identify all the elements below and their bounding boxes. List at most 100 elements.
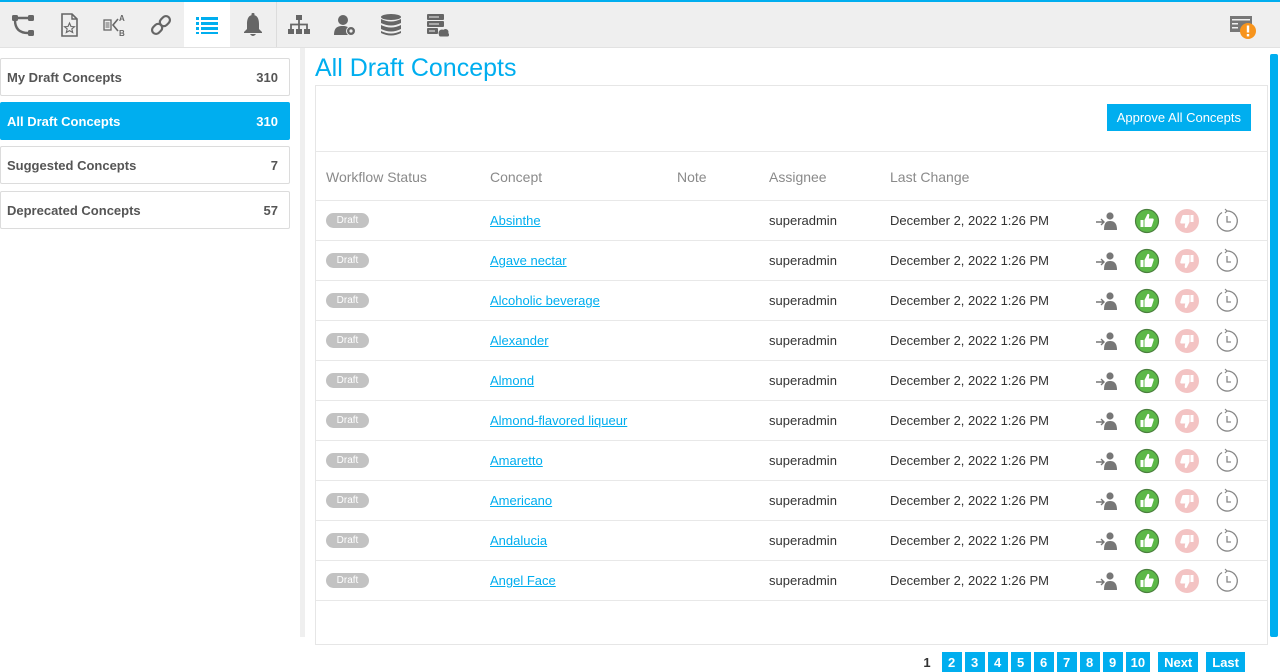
sidebar-item-my-draft-concepts[interactable]: My Draft Concepts 310 — [0, 58, 290, 96]
reject-thumbs-down-button[interactable] — [1174, 568, 1200, 594]
toolbar-button-hierarchy[interactable] — [276, 2, 322, 47]
concept-link[interactable]: Amaretto — [490, 453, 543, 468]
history-clock-button[interactable] — [1214, 528, 1240, 554]
history-clock-button[interactable] — [1214, 328, 1240, 354]
page-link-4[interactable]: 4 — [987, 652, 1008, 672]
sidebar-item-deprecated-concepts[interactable]: Deprecated Concepts 57 — [0, 191, 290, 229]
approve-thumbs-up-button[interactable] — [1134, 408, 1160, 434]
status-badge: Draft — [326, 333, 369, 348]
toolbar-divider — [276, 2, 277, 47]
sidebar-item-all-draft-concepts[interactable]: All Draft Concepts 310 — [0, 102, 290, 140]
approve-thumbs-up-button[interactable] — [1134, 328, 1160, 354]
page-link-2[interactable]: 2 — [941, 652, 962, 672]
column-header-concept[interactable]: Concept — [490, 169, 542, 185]
approve-thumbs-up-button[interactable] — [1134, 208, 1160, 234]
concept-link[interactable]: Alcoholic beverage — [490, 293, 600, 308]
toolbar-button-database[interactable] — [368, 2, 414, 47]
favorite-document-icon — [56, 12, 82, 38]
history-clock-button[interactable] — [1214, 248, 1240, 274]
next-page-button[interactable]: Next — [1158, 652, 1199, 672]
concept-link[interactable]: Andalucia — [490, 533, 547, 548]
reject-thumbs-down-button[interactable] — [1174, 288, 1200, 314]
page-link-9[interactable]: 9 — [1102, 652, 1123, 672]
toolbar-button-workflow[interactable] — [0, 2, 46, 47]
assignee-cell: superadmin — [769, 493, 837, 508]
column-header-last-change[interactable]: Last Change — [890, 169, 969, 185]
concept-link[interactable]: Almond-flavored liqueur — [490, 413, 627, 428]
assign-user-button[interactable] — [1094, 208, 1120, 234]
page-link-5[interactable]: 5 — [1010, 652, 1031, 672]
reject-thumbs-down-button[interactable] — [1174, 488, 1200, 514]
reject-thumbs-down-button[interactable] — [1174, 368, 1200, 394]
assign-user-button[interactable] — [1094, 448, 1120, 474]
approve-thumbs-up-icon — [1134, 448, 1160, 478]
approve-thumbs-up-button[interactable] — [1134, 248, 1160, 274]
table-row: Draft Alexander superadmin December 2, 2022… — [316, 321, 1267, 361]
history-clock-button[interactable] — [1214, 288, 1240, 314]
status-badge: Draft — [326, 413, 369, 428]
column-header-workflow-status[interactable]: Workflow Status — [326, 169, 427, 185]
assign-user-button[interactable] — [1094, 528, 1120, 554]
concept-link[interactable]: Alexander — [490, 333, 549, 348]
approve-thumbs-up-button[interactable] — [1134, 448, 1160, 474]
toolbar-button-list[interactable] — [184, 2, 230, 47]
history-clock-button[interactable] — [1214, 368, 1240, 394]
reject-thumbs-down-button[interactable] — [1174, 208, 1200, 234]
history-clock-button[interactable] — [1214, 208, 1240, 234]
concept-link[interactable]: Angel Face — [490, 573, 556, 588]
toolbar-button-server-cloud[interactable] — [414, 2, 460, 47]
page-link-3[interactable]: 3 — [964, 652, 985, 672]
sidebar-item-suggested-concepts[interactable]: Suggested Concepts 7 — [0, 146, 290, 184]
approve-thumbs-up-button[interactable] — [1134, 288, 1160, 314]
approve-thumbs-up-button[interactable] — [1134, 368, 1160, 394]
history-clock-button[interactable] — [1214, 568, 1240, 594]
table-row: Draft Almond-flavored liqueur superadmin De… — [316, 401, 1267, 441]
concept-link[interactable]: Absinthe — [490, 213, 541, 228]
assign-user-button[interactable] — [1094, 368, 1120, 394]
reject-thumbs-down-button[interactable] — [1174, 408, 1200, 434]
history-clock-button[interactable] — [1214, 488, 1240, 514]
column-header-assignee[interactable]: Assignee — [769, 169, 827, 185]
toolbar-button-user-settings[interactable] — [322, 2, 368, 47]
status-badge: Draft — [326, 453, 369, 468]
approve-all-button[interactable]: Approve All Concepts — [1106, 104, 1251, 131]
assignee-cell: superadmin — [769, 413, 837, 428]
reject-thumbs-down-button[interactable] — [1174, 528, 1200, 554]
concept-link[interactable]: Agave nectar — [490, 253, 567, 268]
approve-thumbs-up-button[interactable] — [1134, 488, 1160, 514]
assign-user-button[interactable] — [1094, 248, 1120, 274]
assign-user-button[interactable] — [1094, 328, 1120, 354]
assign-user-button[interactable] — [1094, 408, 1120, 434]
approve-thumbs-up-icon — [1134, 408, 1160, 438]
page-link-7[interactable]: 7 — [1056, 652, 1077, 672]
approve-thumbs-up-button[interactable] — [1134, 568, 1160, 594]
toolbar-button-bell[interactable] — [230, 2, 276, 47]
column-header-note[interactable]: Note — [677, 169, 707, 185]
toolbar-button-favorite-document[interactable] — [46, 2, 92, 47]
approve-thumbs-up-button[interactable] — [1134, 528, 1160, 554]
reject-thumbs-down-button[interactable] — [1174, 448, 1200, 474]
history-clock-button[interactable] — [1214, 408, 1240, 434]
scrollbar[interactable] — [1270, 54, 1278, 637]
assign-user-button[interactable] — [1094, 488, 1120, 514]
history-clock-button[interactable] — [1214, 448, 1240, 474]
page-link-8[interactable]: 8 — [1079, 652, 1100, 672]
concepts-panel: Approve All Concepts Workflow Status Conc… — [315, 85, 1268, 672]
status-badge: Draft — [326, 533, 369, 548]
assign-user-button[interactable] — [1094, 288, 1120, 314]
concept-link[interactable]: Almond — [490, 373, 534, 388]
last-change-cell: December 2, 2022 1:26 PM — [890, 573, 1049, 588]
reject-thumbs-down-button[interactable] — [1174, 328, 1200, 354]
assignee-cell: superadmin — [769, 333, 837, 348]
reject-thumbs-down-button[interactable] — [1174, 248, 1200, 274]
concept-link[interactable]: Americano — [490, 493, 552, 508]
sidebar-item-label: Suggested Concepts — [7, 157, 137, 173]
page-link-10[interactable]: 10 — [1125, 652, 1151, 672]
assign-user-button[interactable] — [1094, 568, 1120, 594]
page-link-6[interactable]: 6 — [1033, 652, 1054, 672]
toolbar-button-link[interactable] — [138, 2, 184, 47]
reject-thumbs-down-icon — [1174, 329, 1200, 358]
last-page-button[interactable]: Last — [1206, 652, 1245, 672]
toolbar-button-compare-ab[interactable]: AB — [92, 2, 138, 47]
task-alert-button[interactable] — [1228, 12, 1258, 40]
